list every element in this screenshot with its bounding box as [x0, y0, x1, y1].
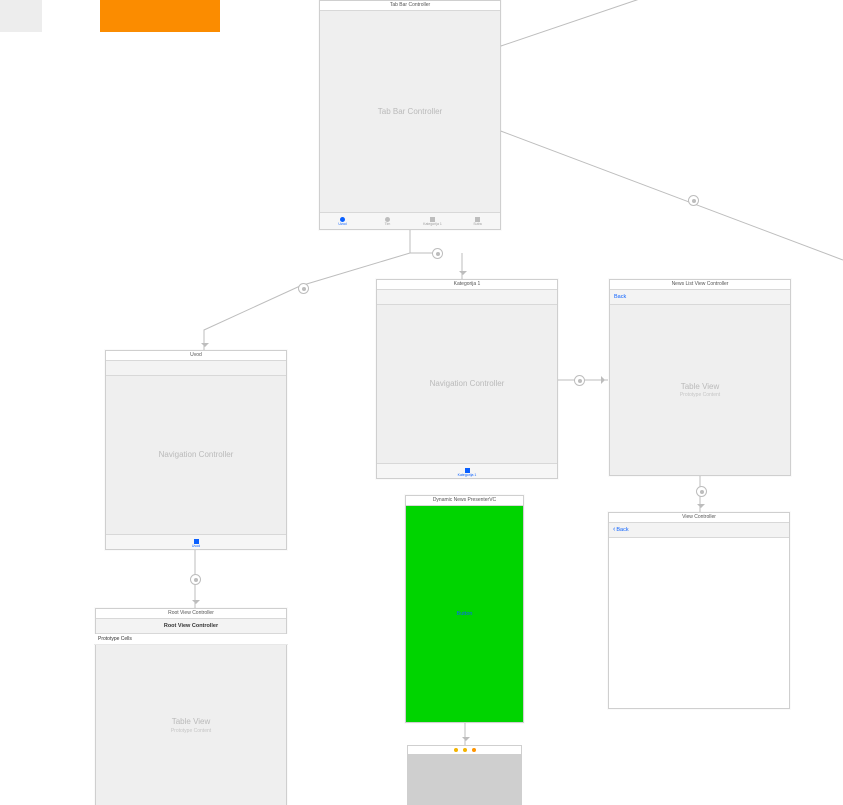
arrowhead-icon — [462, 737, 470, 745]
scene-view-controller[interactable]: View Controller ‹ Back — [608, 512, 790, 709]
tableview-label: Table View — [172, 717, 211, 726]
tab-bar-item[interactable]: Uvod — [106, 534, 286, 549]
navigation-bar — [106, 361, 286, 376]
dock-dot — [472, 748, 476, 752]
tab-label: Sutra — [473, 222, 481, 226]
arrowhead-icon — [459, 271, 467, 279]
scene-title: News List View Controller — [610, 280, 790, 290]
tab-label: Kategorija 1 — [458, 473, 477, 477]
dock-dots — [408, 746, 521, 754]
placeholder-label: Navigation Controller — [430, 378, 505, 389]
back-button[interactable]: ‹ Back — [613, 523, 629, 537]
scene-body: Table View Prototype Content — [610, 305, 790, 475]
tab-bar: Uvod Tim Kategorija 1 Sutra — [320, 212, 500, 229]
segue-badge[interactable] — [298, 283, 309, 294]
tab-item-uvod[interactable]: Uvod — [320, 213, 365, 229]
tab-icon — [465, 468, 470, 473]
back-label: Back — [614, 290, 626, 304]
segue-badge[interactable] — [574, 375, 585, 386]
navigation-bar: Root View Controller — [96, 619, 286, 634]
chevron-left-icon: ‹ — [613, 523, 615, 537]
palette-swatch-orange — [100, 0, 220, 32]
tableview-sub: Prototype Content — [680, 392, 720, 399]
back-button[interactable]: Back — [614, 290, 626, 304]
segue-badge[interactable] — [190, 574, 201, 585]
arrowhead-icon — [697, 504, 705, 512]
presenter-button[interactable]: Button — [457, 611, 473, 617]
arrowhead-icon — [192, 600, 200, 608]
storyboard-canvas[interactable]: Tab Bar Controller Tab Bar Controller Uv… — [0, 0, 843, 805]
tab-item-kategorija[interactable]: Kategorija 1 — [410, 213, 455, 229]
segue-badge[interactable] — [696, 486, 707, 497]
placeholder-label: Table View Prototype Content — [680, 381, 720, 399]
scene-body: Prototype Cells Table View Prototype Con… — [96, 634, 286, 805]
tableview-label: Table View — [681, 382, 720, 391]
scene-body: Navigation Controller — [106, 376, 286, 534]
scene-dock-strip[interactable] — [407, 745, 522, 805]
scene-root-view[interactable]: Root View Controller Root View Controlle… — [95, 608, 287, 805]
tab-item-tim[interactable]: Tim — [365, 213, 410, 229]
tab-bar-item[interactable]: Kategorija 1 — [377, 463, 557, 478]
dock-body — [408, 754, 521, 805]
tab-icon — [194, 539, 199, 544]
prototype-cells-header: Prototype Cells — [94, 634, 288, 645]
navigation-bar — [377, 290, 557, 305]
scene-title: Kategorija 1 — [377, 280, 557, 290]
placeholder-label: Table View Prototype Content — [171, 716, 211, 734]
dock-dot — [463, 748, 467, 752]
tab-label: Uvod — [192, 544, 200, 548]
tab-item-sutra[interactable]: Sutra — [455, 213, 500, 229]
scene-title: View Controller — [609, 513, 789, 523]
arrowhead-icon — [601, 376, 609, 384]
tab-label: Uvod — [338, 222, 346, 226]
scene-body: Button — [406, 506, 523, 722]
segue-badge[interactable] — [688, 195, 699, 206]
palette-swatch-grey — [0, 0, 42, 32]
scene-news-list[interactable]: News List View Controller Back Table Vie… — [609, 279, 791, 476]
navigation-bar: ‹ Back — [609, 523, 789, 538]
scene-tab-bar-controller[interactable]: Tab Bar Controller Tab Bar Controller Uv… — [319, 0, 501, 230]
scene-body: Navigation Controller — [377, 305, 557, 463]
placeholder-label: Navigation Controller — [159, 449, 234, 460]
dock-dot — [454, 748, 458, 752]
back-label: Back — [616, 523, 628, 537]
tableview-sub: Prototype Content — [171, 728, 211, 735]
segue-badge[interactable] — [432, 248, 443, 259]
scene-body — [609, 538, 789, 708]
tab-label: Tim — [385, 222, 391, 226]
scene-title: Tab Bar Controller — [320, 1, 500, 11]
scene-dynamic-presenter[interactable]: Dynamic News PresenterVC Button — [405, 495, 524, 723]
scene-title: Dynamic News PresenterVC — [406, 496, 523, 506]
scene-title: Uvod — [106, 351, 286, 361]
scene-body: Tab Bar Controller — [320, 11, 500, 212]
scene-nav-kategorija[interactable]: Kategorija 1 Navigation Controller Kateg… — [376, 279, 558, 479]
scene-nav-uvod[interactable]: Uvod Navigation Controller Uvod — [105, 350, 287, 550]
placeholder-label: Tab Bar Controller — [378, 106, 442, 117]
nav-title: Root View Controller — [100, 619, 282, 633]
navigation-bar: Back — [610, 290, 790, 305]
scene-title: Root View Controller — [96, 609, 286, 619]
tab-label: Kategorija 1 — [423, 222, 442, 226]
